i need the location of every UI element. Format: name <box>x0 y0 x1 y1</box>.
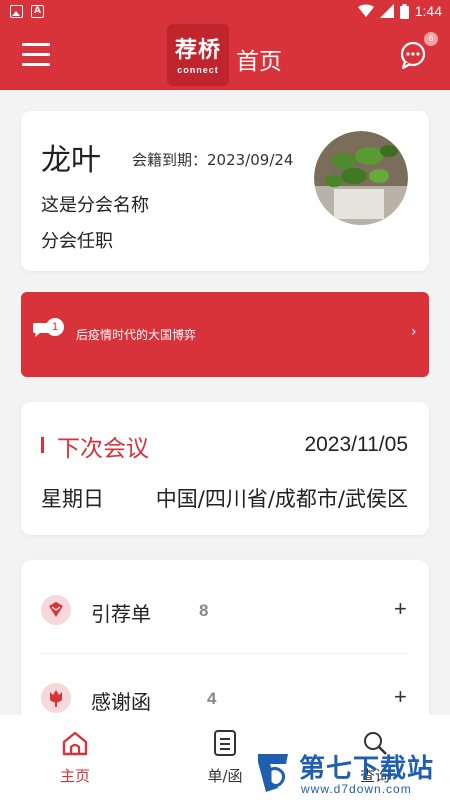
meeting-accent-bar <box>41 437 44 453</box>
meeting-title: 下次会议 <box>57 436 149 462</box>
logo-text-cn: 荐桥 <box>174 38 221 63</box>
status-time: 1:44 <box>414 3 442 19</box>
meeting-date: 2023/11/05 <box>304 433 408 456</box>
site-watermark: 第七下载站 www.d7down.com <box>256 748 446 796</box>
thanks-icon <box>41 683 71 713</box>
list-count: 8 <box>199 601 209 620</box>
document-icon <box>214 730 236 756</box>
notice-banner[interactable]: 1 后疫情时代的大国博弈 › <box>21 292 429 377</box>
records-card: 引荐单 8 + 感谢函 4 + <box>21 560 429 740</box>
a-icon: A <box>31 5 44 18</box>
message-badge: 6 <box>424 32 438 46</box>
member-card[interactable]: 龙叶 会籍到期：2023/09/24 这是分会名称 分会任职 <box>21 111 429 271</box>
image-icon <box>10 5 23 18</box>
status-bar: A 1:44 <box>0 0 450 24</box>
list-label: 引荐单 <box>91 602 151 626</box>
page-title: 首页 <box>236 49 282 75</box>
watermark-url: www.d7down.com <box>301 782 412 796</box>
watermark-title: 第七下载站 <box>299 754 435 784</box>
menu-icon[interactable] <box>22 43 50 67</box>
home-icon <box>62 731 88 756</box>
list-count: 4 <box>207 689 217 708</box>
add-referral-button[interactable]: + <box>394 596 407 622</box>
notice-badge: 1 <box>46 318 64 336</box>
app-logo: 荐桥 connect <box>167 24 229 86</box>
nav-home[interactable]: 主页 <box>0 715 150 800</box>
watermark-logo-icon <box>258 754 288 792</box>
app-header: 荐桥 connect 首页 6 <box>0 24 450 90</box>
add-thanks-button[interactable]: + <box>394 684 407 710</box>
next-meeting-card[interactable]: 下次会议 2023/11/05 星期日 中国/四川省/成都市/武侯区 <box>21 402 429 535</box>
signal-icon <box>379 4 394 18</box>
meeting-location: 中国/四川省/成都市/武侯区 <box>155 487 408 511</box>
nav-label: 主页 <box>59 767 90 785</box>
membership-expiry: 会籍到期：2023/09/24 <box>132 151 294 169</box>
avatar[interactable] <box>314 131 408 225</box>
branch-position: 分会任职 <box>41 231 113 252</box>
message-icon[interactable] <box>398 40 428 70</box>
list-label: 感谢函 <box>91 690 151 714</box>
notice-text: 后疫情时代的大国博弈 <box>76 328 197 342</box>
wifi-icon <box>357 4 374 17</box>
member-name: 龙叶 <box>41 143 101 178</box>
logo-text-en: connect <box>177 65 219 75</box>
referral-icon <box>41 595 71 625</box>
branch-name: 这是分会名称 <box>41 195 149 216</box>
meeting-weekday: 星期日 <box>41 487 104 511</box>
battery-icon <box>399 3 409 19</box>
list-item-referral[interactable]: 引荐单 8 + <box>21 566 429 654</box>
chevron-right-icon: › <box>411 324 417 340</box>
